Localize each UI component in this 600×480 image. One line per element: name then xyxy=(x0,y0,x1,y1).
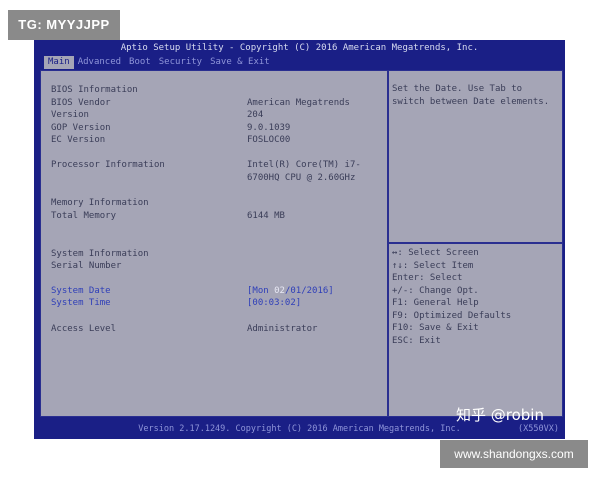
main-settings-panel: BIOS Information BIOS Vendor American Me… xyxy=(40,70,388,417)
tab-boot[interactable]: Boot xyxy=(125,56,155,69)
tab-security[interactable]: Security xyxy=(155,56,206,69)
site-url-badge: www.shandongxs.com xyxy=(440,440,588,468)
system-date-suffix: /01/2016] xyxy=(284,286,334,296)
bios-title: Aptio Setup Utility - Copyright (C) 2016… xyxy=(120,43,479,53)
memory-info-header: Memory Information xyxy=(51,198,149,208)
processor-info-value-line1: Intel(R) Core(TM) i7- xyxy=(247,160,361,170)
help-description-line2: switch between Date elements. xyxy=(392,97,550,107)
processor-info-value-line2: 6700HQ CPU @ 2.60GHz xyxy=(247,173,356,183)
access-level-label: Access Level xyxy=(51,324,117,334)
key-hint-save-exit: F10: Save & Exit xyxy=(392,323,479,333)
gop-version-value: 9.0.1039 xyxy=(247,123,291,133)
tab-advanced[interactable]: Advanced xyxy=(74,56,125,69)
key-hint-select-screen: ↔: Select Screen xyxy=(392,248,479,258)
gop-version-label: GOP Version xyxy=(51,123,111,133)
tg-watermark-badge: TG: MYYJJPP xyxy=(8,10,120,40)
tab-main[interactable]: Main xyxy=(44,56,74,69)
ec-version-label: EC Version xyxy=(51,135,106,145)
key-hint-change-opt: +/-: Change Opt. xyxy=(392,286,479,296)
system-date-label[interactable]: System Date xyxy=(51,285,111,297)
access-level-value: Administrator xyxy=(247,324,318,334)
system-date-selected-segment[interactable]: 02 xyxy=(274,286,285,296)
zhihu-watermark: 知乎 @robin xyxy=(456,406,544,424)
key-hint-esc-exit: ESC: Exit xyxy=(392,336,441,346)
bios-info-header: BIOS Information xyxy=(51,85,138,95)
total-memory-value: 6144 MB xyxy=(247,211,285,221)
system-date-prefix: [Mon xyxy=(247,286,275,296)
bios-setup-screen: Aptio Setup Utility - Copyright (C) 2016… xyxy=(34,40,565,439)
processor-info-label: Processor Information xyxy=(51,160,165,170)
tab-save-exit[interactable]: Save & Exit xyxy=(206,56,274,69)
system-date-field[interactable]: [Mon 02/01/2016] xyxy=(247,285,334,297)
bios-vendor-label: BIOS Vendor xyxy=(51,98,111,108)
serial-number-label: Serial Number xyxy=(51,261,122,271)
help-panel: Set the Date. Use Tab to switch between … xyxy=(388,70,563,417)
help-divider xyxy=(389,242,562,244)
total-memory-label: Total Memory xyxy=(51,211,117,221)
tab-bar: Main Advanced Boot Security Save & Exit xyxy=(44,56,274,69)
ec-version-value: FOSLOC00 xyxy=(247,135,291,145)
key-hint-select-item: ↑↓: Select Item xyxy=(392,261,474,271)
key-hint-optimized-defaults: F9: Optimized Defaults xyxy=(392,311,512,321)
key-hint-enter: Enter: Select xyxy=(392,273,463,283)
version-label: Version xyxy=(51,110,89,120)
bios-vendor-value: American Megatrends xyxy=(247,98,350,108)
version-value: 204 xyxy=(247,110,264,120)
system-time-label[interactable]: System Time xyxy=(51,297,111,309)
help-description-line1: Set the Date. Use Tab to xyxy=(392,84,523,94)
system-info-header: System Information xyxy=(51,249,149,259)
key-hint-general-help: F1: General Help xyxy=(392,298,479,308)
system-time-field[interactable]: [00:03:02] xyxy=(247,297,301,309)
